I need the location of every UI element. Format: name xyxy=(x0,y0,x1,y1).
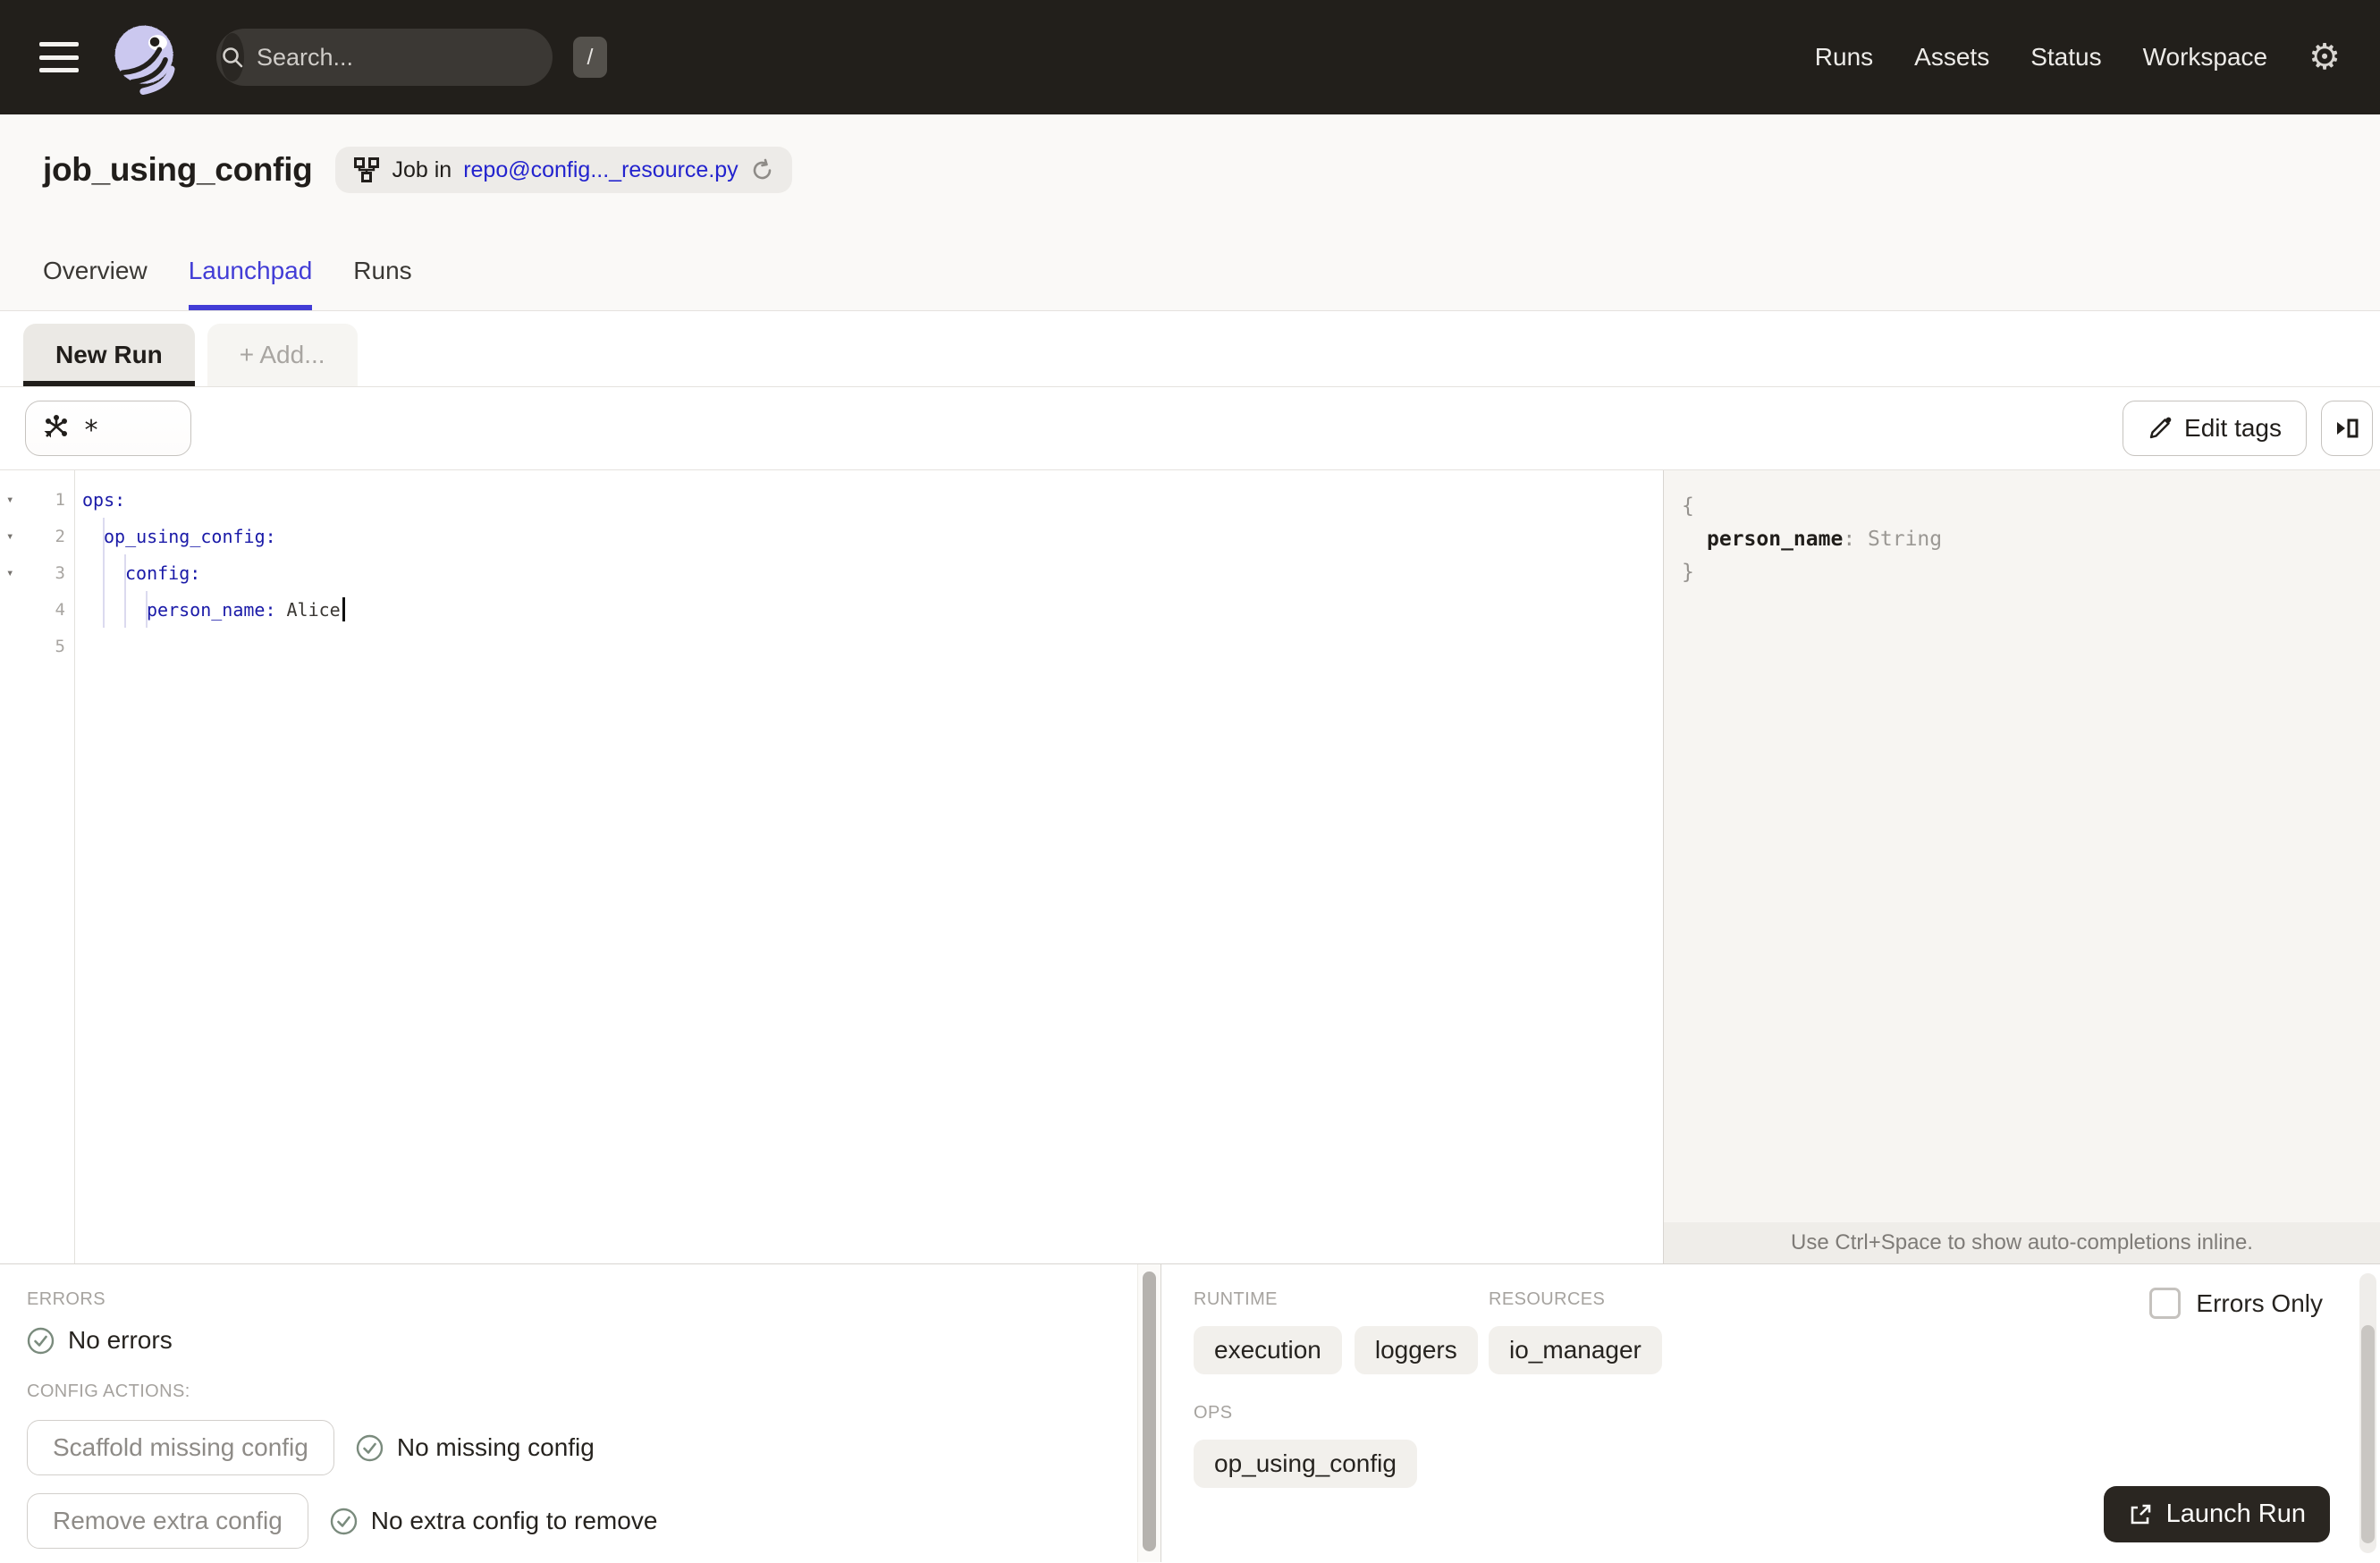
pencil-icon xyxy=(2148,416,2173,441)
bottom-panel: ERRORS No errors CONFIG ACTIONS: Scaffol… xyxy=(0,1263,2380,1562)
config-editor[interactable]: ▾ 1 ▾ 2 ▾ 3 4 5 ops: op_using_config: confi… xyxy=(0,470,1663,1263)
resources-label: RESOURCES xyxy=(1489,1289,1606,1309)
scrollbar-thumb[interactable] xyxy=(2361,1325,2375,1543)
errors-only-label: Errors Only xyxy=(2196,1288,2323,1317)
fold-arrow-icon[interactable]: ▾ xyxy=(0,566,25,580)
op-selector-icon xyxy=(41,413,72,444)
ops-label: OPS xyxy=(1194,1403,1233,1423)
schema-field-name[interactable]: person_name xyxy=(1707,528,1843,551)
check-circle-icon xyxy=(27,1327,55,1354)
badge-prefix: Job in xyxy=(392,156,452,182)
tab-overview[interactable]: Overview xyxy=(43,257,148,310)
launch-run-label: Launch Run xyxy=(2165,1500,2306,1528)
config-schema-panel: { person_name: String } Use Ctrl+Space t… xyxy=(1663,470,2380,1263)
launch-icon xyxy=(2128,1502,2153,1527)
fold-arrow-icon[interactable]: ▾ xyxy=(0,493,25,507)
scrollbar-thumb[interactable] xyxy=(1143,1272,1156,1551)
errors-only-control: Errors Only xyxy=(2149,1288,2323,1319)
job-icon xyxy=(353,156,380,183)
page-title: job_using_config xyxy=(43,151,313,188)
resource-tag-io-manager[interactable]: io_manager xyxy=(1489,1326,1662,1374)
nav-link-status[interactable]: Status xyxy=(2030,43,2101,72)
missing-config-status: No missing config xyxy=(356,1433,595,1462)
launchpad-toolbar: * Edit tags xyxy=(0,387,2380,470)
tab-launchpad[interactable]: Launchpad xyxy=(188,257,313,310)
line-number: 3 xyxy=(55,562,65,583)
schema-close-brace: } xyxy=(1682,561,1694,584)
schema-code: { person_name: String } xyxy=(1664,470,2380,589)
session-tab-new-run[interactable]: New Run xyxy=(23,324,195,386)
runtime-label: RUNTIME xyxy=(1194,1289,1278,1309)
autocomplete-hint: Use Ctrl+Space to show auto-completions … xyxy=(1664,1222,2380,1263)
ops-tag-op-using-config[interactable]: op_using_config xyxy=(1194,1440,1417,1488)
menu-icon[interactable] xyxy=(39,42,79,72)
no-errors-status: No errors xyxy=(27,1326,1137,1355)
launchpad-session-tabs: New Run + Add... xyxy=(0,311,2380,387)
indent-guide xyxy=(146,591,148,628)
text-cursor xyxy=(342,597,345,621)
schema-field-type: String xyxy=(1868,528,1943,551)
errors-only-checkbox[interactable] xyxy=(2149,1288,2182,1319)
search-shortcut-key: / xyxy=(573,37,607,78)
remove-extra-config-button[interactable]: Remove extra config xyxy=(27,1493,308,1549)
edit-tags-button[interactable]: Edit tags xyxy=(2123,401,2307,456)
line-number: 1 xyxy=(55,489,65,510)
line-number: 4 xyxy=(55,599,65,620)
check-circle-icon xyxy=(356,1434,384,1461)
gear-icon[interactable]: ⚙ xyxy=(2308,39,2341,75)
editor-gutter: ▾ 1 ▾ 2 ▾ 3 4 5 xyxy=(0,470,75,1263)
top-navbar: / Runs Assets Status Workspace ⚙ xyxy=(0,0,2380,114)
launch-run-button[interactable]: Launch Run xyxy=(2103,1486,2330,1542)
nav-link-runs[interactable]: Runs xyxy=(1815,43,1873,72)
indent-guide xyxy=(124,554,126,628)
code-line: op_using_config: xyxy=(104,525,276,547)
dagster-logo[interactable] xyxy=(109,20,184,95)
config-actions-label: CONFIG ACTIONS: xyxy=(27,1381,190,1401)
line-number: 5 xyxy=(55,636,65,656)
op-selector-input[interactable]: * xyxy=(25,401,191,456)
fold-arrow-icon[interactable]: ▾ xyxy=(0,529,25,544)
nav-link-workspace[interactable]: Workspace xyxy=(2143,43,2268,72)
search-icon xyxy=(221,33,244,81)
check-circle-icon xyxy=(330,1508,357,1534)
errors-label: ERRORS xyxy=(27,1289,105,1309)
line-number: 2 xyxy=(55,526,65,546)
schema-open-brace: { xyxy=(1682,494,1694,518)
no-errors-text: No errors xyxy=(68,1326,173,1354)
job-origin-badge: Job in repo@config..._resource.py xyxy=(335,147,792,193)
code-line: ops: xyxy=(82,488,126,511)
reload-icon[interactable] xyxy=(750,158,774,182)
errors-section: ERRORS No errors CONFIG ACTIONS: Scaffol… xyxy=(0,1264,1137,1562)
runtime-tag-execution[interactable]: execution xyxy=(1194,1326,1342,1374)
editor-code[interactable]: ops: op_using_config: config: person_nam… xyxy=(75,470,1663,1263)
search-box[interactable]: / xyxy=(216,29,607,86)
op-selector-value: * xyxy=(83,414,100,446)
edit-tags-label: Edit tags xyxy=(2184,414,2282,442)
launchpad-main: ▾ 1 ▾ 2 ▾ 3 4 5 ops: op_using_config: confi… xyxy=(0,470,2380,1263)
schema-separator: : xyxy=(1843,528,1856,551)
scaffold-missing-config-button[interactable]: Scaffold missing config xyxy=(27,1420,334,1475)
job-tabs: Overview Launchpad Runs xyxy=(43,257,412,310)
indent-guide xyxy=(103,518,105,628)
job-header: job_using_config Job in repo@config..._r… xyxy=(0,114,2380,311)
right-panel-scrollbar[interactable] xyxy=(2359,1273,2376,1553)
run-config-sections: RUNTIME execution loggers RESOURCES io_m… xyxy=(1161,1264,2380,1562)
repo-link[interactable]: repo@config..._resource.py xyxy=(463,157,738,183)
code-line: config: xyxy=(125,562,201,584)
config-panel-toggle-button[interactable] xyxy=(2321,401,2373,456)
code-line: person_name: Alice xyxy=(75,591,1663,628)
panel-toggle-icon xyxy=(2334,415,2360,442)
nav-link-assets[interactable]: Assets xyxy=(1914,43,1989,72)
add-session-tab[interactable]: + Add... xyxy=(207,324,358,386)
extra-config-status: No extra config to remove xyxy=(330,1507,657,1535)
search-input[interactable] xyxy=(244,43,573,72)
left-panel-scrollbar[interactable] xyxy=(1137,1264,1160,1562)
tab-runs[interactable]: Runs xyxy=(353,257,411,310)
runtime-tag-loggers[interactable]: loggers xyxy=(1354,1326,1478,1374)
